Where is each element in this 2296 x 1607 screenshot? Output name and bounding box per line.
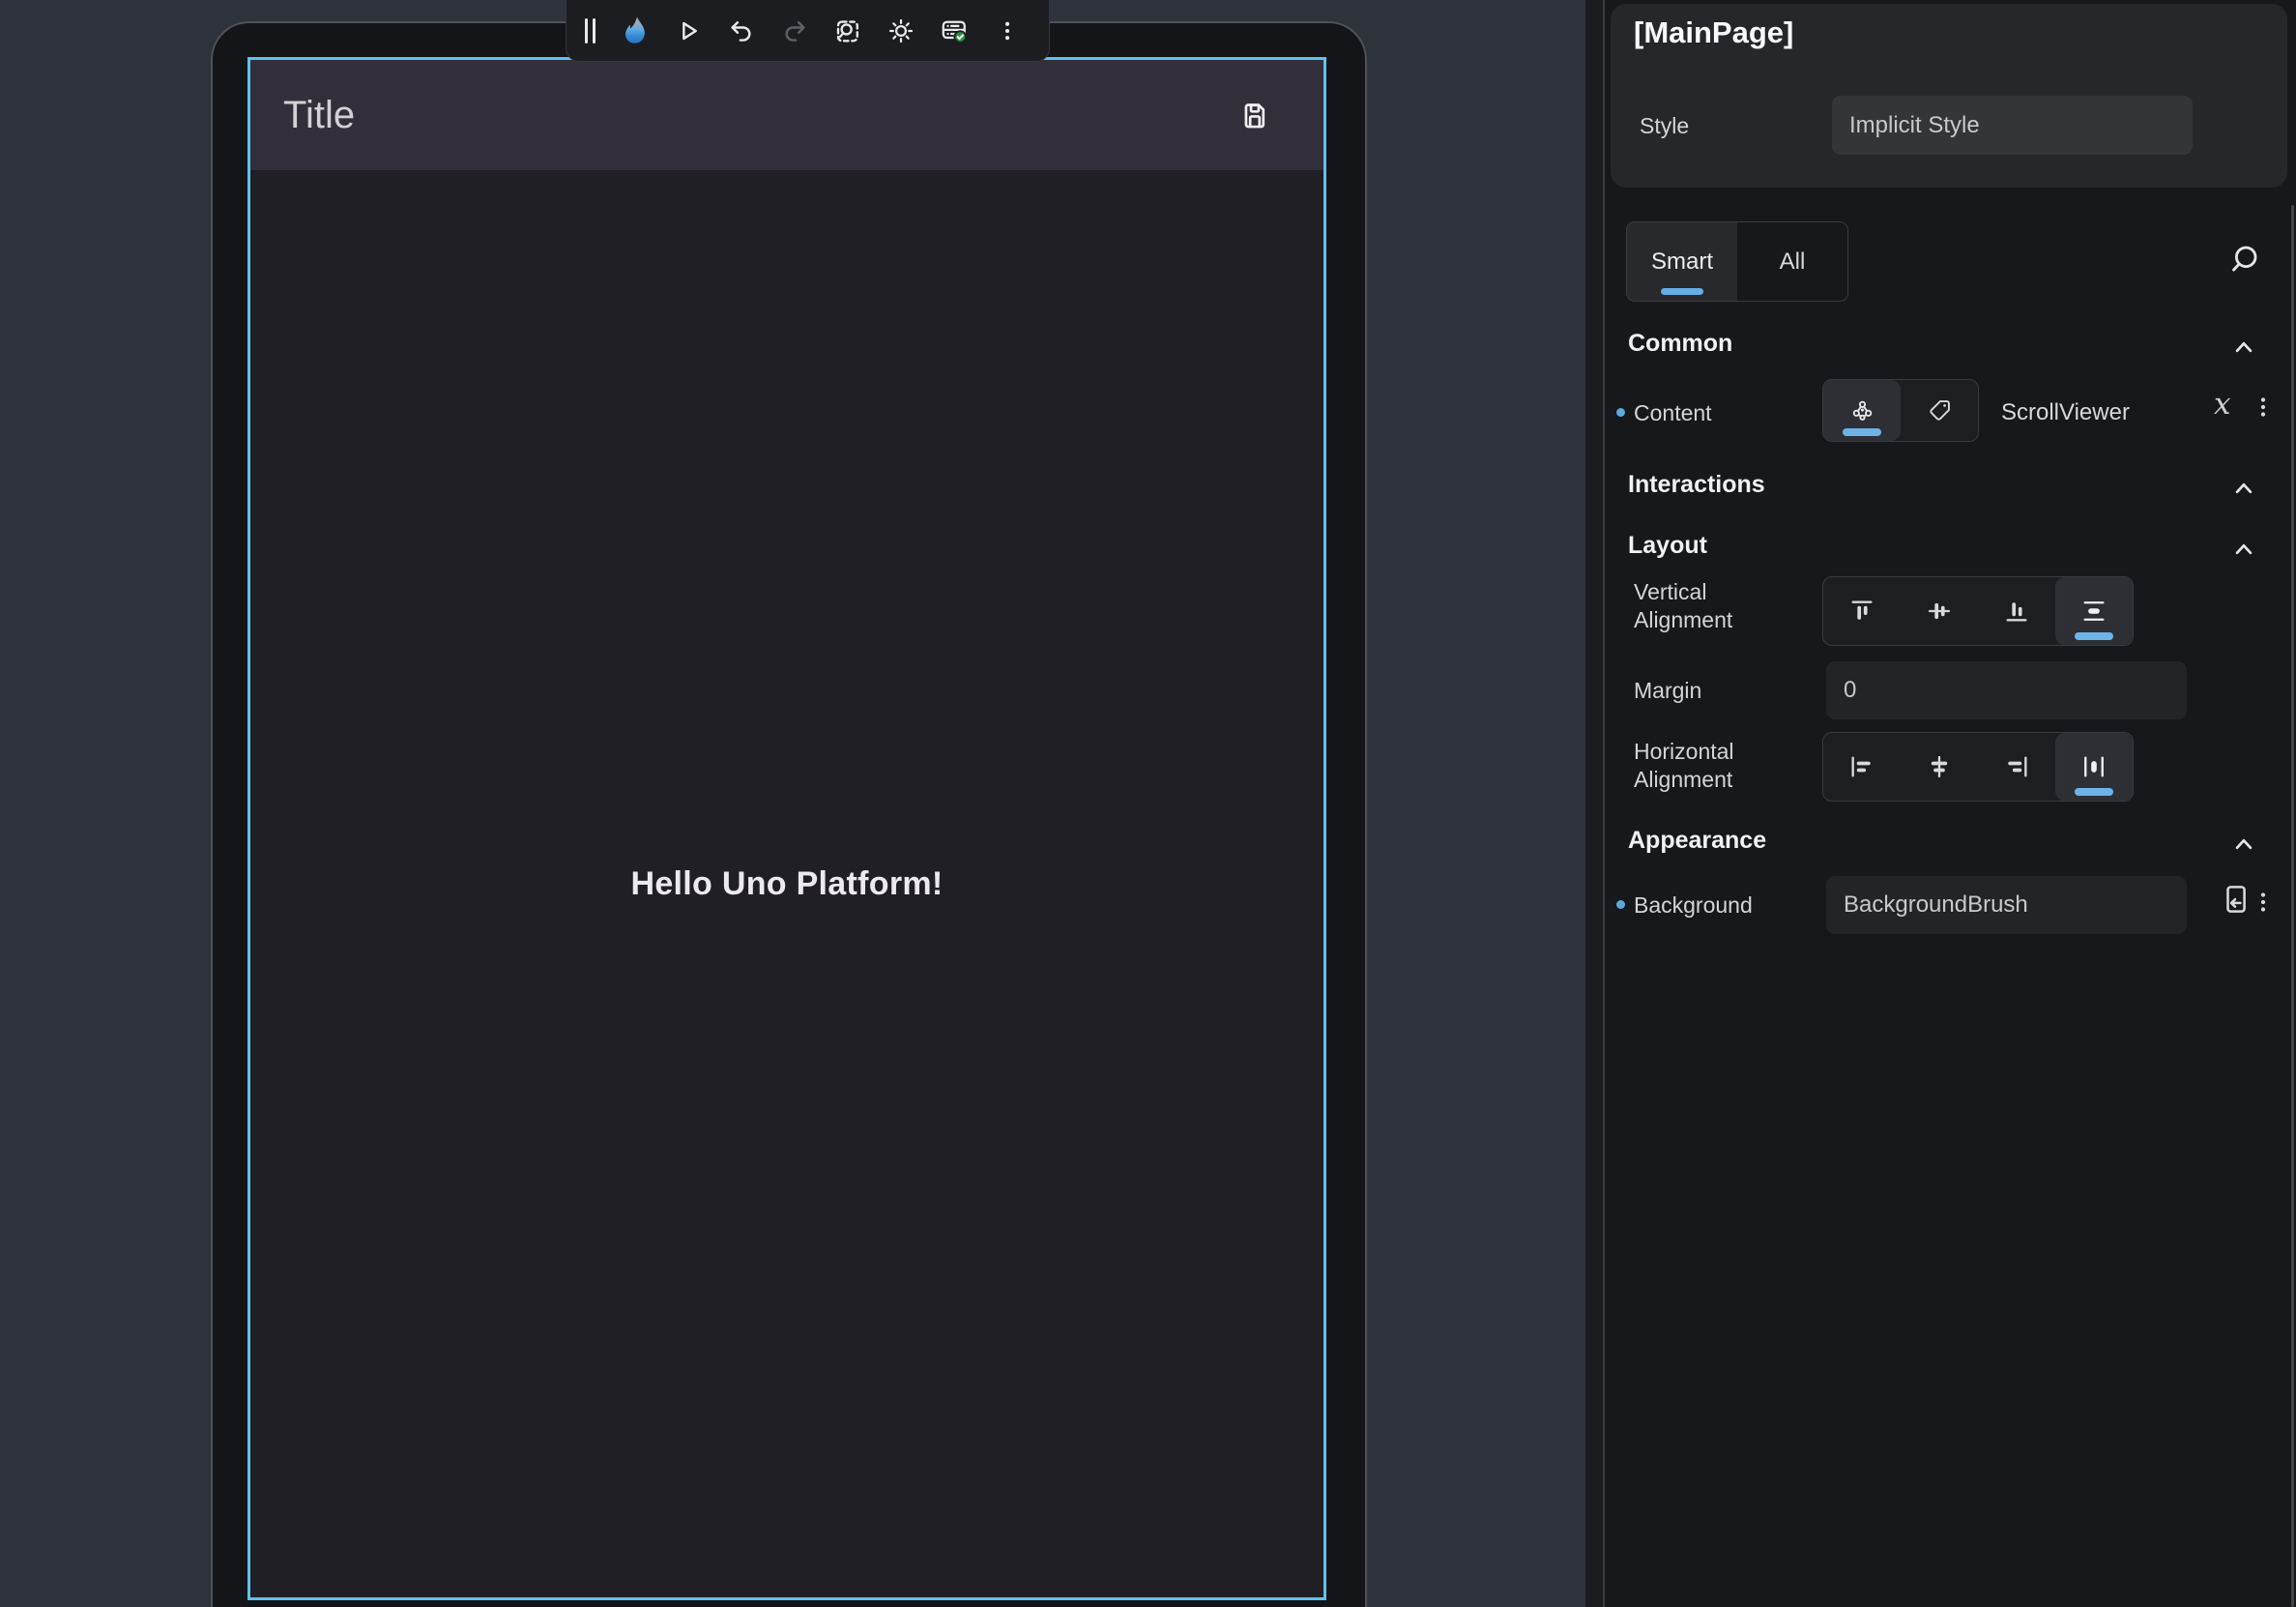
- chevron-up-icon[interactable]: [2229, 474, 2258, 503]
- hot-design-workspace: Title Hello Uno Platform!: [0, 0, 2296, 1607]
- element-picker-icon[interactable]: [823, 7, 873, 55]
- horizontal-alignment-toggle: [1822, 732, 2134, 802]
- style-input[interactable]: [1832, 96, 2193, 155]
- tab-all-label: All: [1780, 248, 1806, 276]
- vertical-alignment-label: Vertical Alignment: [1634, 578, 1732, 634]
- halign-selected-indicator: [2075, 788, 2113, 796]
- panel-divider[interactable]: [1585, 0, 1605, 1607]
- panel-scrollbar[interactable]: [2291, 205, 2294, 1607]
- chevron-up-icon[interactable]: [2229, 830, 2258, 859]
- halign-center-icon[interactable]: [1901, 733, 1978, 801]
- hello-textblock[interactable]: Hello Uno Platform!: [630, 865, 943, 903]
- content-mode-selected-indicator: [1843, 428, 1881, 436]
- properties-inspector-panel: [MainPage] Style Smart All Common Conten…: [1605, 0, 2296, 1607]
- style-label: Style: [1640, 113, 1689, 139]
- valign-selected-indicator: [2075, 632, 2113, 640]
- chevron-up-icon[interactable]: [2229, 535, 2258, 564]
- content-mode-tag[interactable]: [1901, 380, 1978, 441]
- redo-icon[interactable]: [770, 7, 820, 55]
- valign-center-icon[interactable]: [1901, 577, 1978, 645]
- horizontal-alignment-label: Horizontal Alignment: [1634, 738, 1734, 794]
- content-modified-dot: [1616, 408, 1625, 417]
- selected-element-card: [MainPage] Style: [1611, 4, 2287, 188]
- content-label: Content: [1634, 400, 1712, 426]
- margin-input[interactable]: [1826, 661, 2187, 719]
- section-common-header[interactable]: Common: [1628, 330, 1732, 358]
- tab-selected-indicator: [1661, 288, 1703, 295]
- valign-top-icon[interactable]: [1823, 577, 1901, 645]
- hot-design-toolbar: [566, 0, 1050, 62]
- background-kebab-icon[interactable]: [2249, 888, 2278, 917]
- more-options-kebab-icon[interactable]: [982, 7, 1032, 55]
- undo-icon[interactable]: [716, 7, 767, 55]
- background-label: Background: [1634, 892, 1753, 919]
- background-input[interactable]: [1826, 876, 2187, 934]
- save-icon[interactable]: [1238, 99, 1271, 131]
- app-title: Title: [283, 94, 355, 137]
- search-icon[interactable]: [2225, 242, 2262, 278]
- section-layout-header[interactable]: Layout: [1628, 532, 1707, 560]
- app-titlebar[interactable]: Title: [250, 60, 1323, 170]
- content-mode-widget-tree[interactable]: [1823, 380, 1901, 441]
- margin-label: Margin: [1634, 678, 1701, 704]
- valign-stretch-icon[interactable]: [2055, 577, 2133, 645]
- section-appearance-header[interactable]: Appearance: [1628, 827, 1766, 855]
- section-interactions-header[interactable]: Interactions: [1628, 471, 1765, 499]
- selected-element-name: [MainPage]: [1634, 15, 1793, 50]
- tab-smart-label: Smart: [1651, 248, 1713, 276]
- resource-document-icon[interactable]: [2218, 882, 2252, 917]
- chevron-up-icon[interactable]: [2229, 333, 2258, 362]
- hot-design-flame-icon[interactable]: [610, 7, 660, 55]
- valign-bottom-icon[interactable]: [1978, 577, 2055, 645]
- play-icon[interactable]: [663, 7, 713, 55]
- content-mode-toggle: [1822, 379, 1979, 442]
- vertical-alignment-toggle: [1822, 576, 2134, 646]
- halign-right-icon[interactable]: [1978, 733, 2055, 801]
- content-value[interactable]: ScrollViewer: [2001, 399, 2130, 426]
- tab-smart[interactable]: Smart: [1627, 222, 1737, 301]
- dev-server-status-icon[interactable]: [929, 7, 979, 55]
- theme-switch-icon[interactable]: [876, 7, 926, 55]
- markup-x-icon[interactable]: x: [2214, 387, 2230, 422]
- toolbar-drag-handle-icon[interactable]: [578, 8, 601, 54]
- design-canvas-selected-page[interactable]: Title Hello Uno Platform!: [247, 57, 1326, 1600]
- page-content-area[interactable]: Hello Uno Platform!: [250, 170, 1323, 1597]
- background-modified-dot: [1616, 900, 1625, 909]
- tab-all[interactable]: All: [1737, 222, 1847, 301]
- halign-stretch-icon[interactable]: [2055, 733, 2133, 801]
- content-kebab-icon[interactable]: [2249, 393, 2278, 422]
- property-filter-tabs: Smart All: [1626, 221, 1848, 302]
- halign-left-icon[interactable]: [1823, 733, 1901, 801]
